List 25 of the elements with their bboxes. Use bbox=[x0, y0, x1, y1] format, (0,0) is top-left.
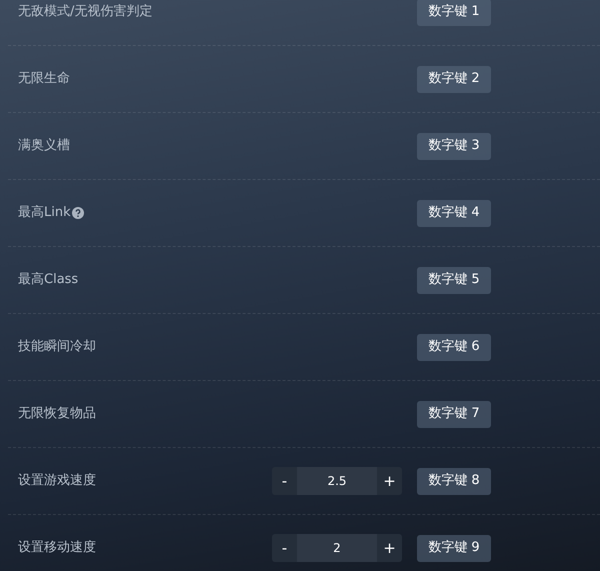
hotkey-button[interactable]: 数字键 2 bbox=[417, 66, 491, 92]
option-label: 最高Link bbox=[18, 204, 71, 222]
hotkey-button[interactable]: 数字键 8 bbox=[417, 468, 491, 494]
hotkey-button[interactable]: 数字键 3 bbox=[417, 132, 491, 160]
hotkey-button[interactable]: 数字键 6 bbox=[417, 334, 491, 360]
help-icon[interactable] bbox=[72, 207, 84, 219]
option-label: 设置移动速度 bbox=[18, 539, 96, 558]
value-field[interactable]: 2 bbox=[297, 534, 377, 562]
option-label: 设置游戏速度 bbox=[18, 472, 96, 490]
option-label: 无限生命 bbox=[18, 70, 70, 88]
option-label: 满奥义槽 bbox=[18, 137, 70, 156]
option-label: 技能瞬间冷却 bbox=[18, 338, 96, 356]
value-field[interactable]: 2.5 bbox=[297, 467, 377, 495]
hotkey-button[interactable]: 数字键 5 bbox=[417, 266, 491, 294]
decrement-button[interactable]: - bbox=[272, 467, 297, 495]
option-label: 无敌模式/无视伤害判定 bbox=[18, 3, 152, 22]
hotkey-button[interactable]: 数字键 1 bbox=[417, 0, 491, 26]
option-label: 无限恢复物品 bbox=[18, 405, 96, 424]
option-label: 最高Class bbox=[18, 271, 78, 290]
hotkey-button[interactable]: 数字键 9 bbox=[417, 534, 491, 562]
hotkey-button[interactable]: 数字键 4 bbox=[417, 200, 491, 226]
increment-button[interactable]: + bbox=[377, 467, 402, 495]
hotkey-button[interactable]: 数字键 7 bbox=[417, 400, 491, 428]
increment-button[interactable]: + bbox=[377, 534, 402, 562]
decrement-button[interactable]: - bbox=[272, 534, 297, 562]
